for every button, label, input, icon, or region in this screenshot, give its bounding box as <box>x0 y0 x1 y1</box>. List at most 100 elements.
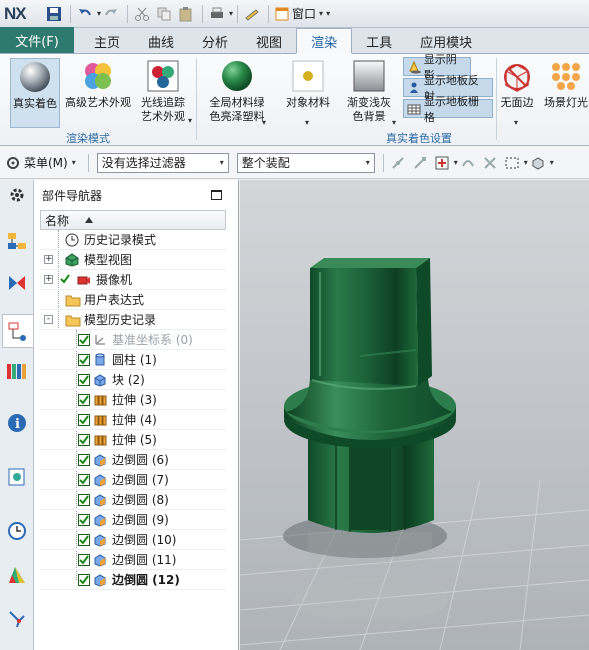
snap-intersection-icon[interactable] <box>480 153 500 173</box>
tree-node[interactable]: 边倒圆 (12) <box>40 570 226 590</box>
visibility-checkbox[interactable] <box>78 553 90 566</box>
history-icon[interactable] <box>6 520 28 542</box>
assembly-navigator-icon[interactable] <box>6 230 28 252</box>
tree-node[interactable]: 边倒圆 (8) <box>40 490 226 510</box>
extrude-icon <box>93 393 109 407</box>
tree-node[interactable]: 边倒圆 (9) <box>40 510 226 530</box>
model-view-icon <box>65 252 81 267</box>
visibility-checkbox[interactable] <box>78 533 90 546</box>
column-header-name[interactable]: 名称 <box>40 210 226 230</box>
maximize-icon[interactable] <box>211 190 222 200</box>
tab-render[interactable]: 渲染 <box>296 28 353 54</box>
system-materials-icon[interactable] <box>6 564 28 586</box>
undo-icon[interactable] <box>75 4 95 24</box>
datum-csys-icon <box>93 333 109 347</box>
paste-icon[interactable] <box>176 4 196 24</box>
menu-button[interactable]: 菜单(M) ▾ <box>6 154 76 171</box>
tab-curve[interactable]: 曲线 <box>134 29 188 53</box>
view-dropdown-icon[interactable]: ▾ <box>550 158 554 167</box>
tree-node[interactable]: 边倒圆 (7) <box>40 470 226 490</box>
tree-node[interactable]: 圆柱 (1) <box>40 350 226 370</box>
visibility-checkbox[interactable] <box>78 513 90 526</box>
global-material-button[interactable]: 全局材料绿 色亮泽塑料 <box>204 58 270 124</box>
visibility-checkbox[interactable] <box>78 413 90 426</box>
constraint-navigator-icon[interactable] <box>6 272 28 294</box>
save-icon[interactable] <box>44 4 64 24</box>
tree-node[interactable]: 拉伸 (4) <box>40 410 226 430</box>
part-navigator-icon[interactable] <box>2 314 33 348</box>
visibility-checkbox[interactable] <box>78 353 90 366</box>
print-dropdown-icon[interactable]: ▾ <box>229 9 233 18</box>
edge-blend-icon <box>93 453 109 467</box>
visibility-checkbox[interactable] <box>78 453 90 466</box>
background-dropdown-icon[interactable]: ▾ <box>392 118 396 127</box>
tree-node[interactable]: 边倒圆 (10) <box>40 530 226 550</box>
point-dialog-icon[interactable] <box>432 153 452 173</box>
tab-file[interactable]: 文件(F) <box>0 27 74 53</box>
visibility-checkbox[interactable] <box>78 473 90 486</box>
expand-icon[interactable]: + <box>44 275 53 284</box>
redo-icon[interactable] <box>101 4 121 24</box>
touch-mode-icon[interactable] <box>242 4 262 24</box>
collapse-icon[interactable]: - <box>44 315 53 324</box>
view-orient-icon[interactable] <box>528 153 548 173</box>
visibility-checkbox[interactable] <box>78 433 90 446</box>
reuse-library-icon[interactable] <box>6 360 28 382</box>
tree-node[interactable]: + 模型视图 <box>40 250 226 270</box>
snap-arc-center-icon[interactable] <box>458 153 478 173</box>
true-shading-button[interactable]: 真实着色 <box>10 58 60 128</box>
tree-node[interactable]: 边倒圆 (11) <box>40 550 226 570</box>
tab-tools[interactable]: 工具 <box>352 29 406 53</box>
scene-lights-button[interactable]: 场景灯光 <box>540 58 589 110</box>
show-floor-grid-toggle[interactable]: 显示地板栅格 <box>403 95 493 124</box>
ray-traced-studio-button[interactable]: 光线追踪 艺术外观 <box>134 58 192 124</box>
snap-endpoint-icon[interactable] <box>410 153 430 173</box>
help-icon[interactable]: i <box>6 412 28 434</box>
object-material-button[interactable]: 对象材料 <box>278 58 338 110</box>
graphics-window[interactable] <box>240 180 589 650</box>
render-mode-group-label: 渲染模式 <box>66 132 110 145</box>
tree-node[interactable]: 用户表达式 <box>40 290 226 310</box>
expand-icon[interactable]: + <box>44 255 53 264</box>
visibility-checkbox[interactable] <box>78 493 90 506</box>
advanced-studio-icon <box>80 58 116 94</box>
tab-application[interactable]: 应用模块 <box>406 29 486 53</box>
tree-node[interactable]: 拉伸 (5) <box>40 430 226 450</box>
tree-node[interactable]: 历史记录模式 <box>40 230 226 250</box>
face-edges-dropdown-icon[interactable]: ▾ <box>514 118 518 127</box>
tree-node[interactable]: 块 (2) <box>40 370 226 390</box>
edge-blend-icon <box>93 533 109 547</box>
tree-node[interactable]: 基准坐标系 (0) <box>40 330 226 350</box>
type-filter-select[interactable]: 没有选择过滤器 ▾ <box>96 152 229 173</box>
render-mode-dropdown-icon[interactable]: ▾ <box>188 116 192 125</box>
visibility-checkbox[interactable] <box>78 393 90 406</box>
tab-home[interactable]: 主页 <box>74 29 134 53</box>
global-material-dropdown-icon[interactable]: ▾ <box>262 118 266 127</box>
tab-view[interactable]: 视图 <box>242 29 296 53</box>
rectangle-select-icon[interactable] <box>502 153 522 173</box>
cut-icon[interactable] <box>132 4 152 24</box>
tree-node[interactable]: 拉伸 (3) <box>40 390 226 410</box>
web-browser-icon[interactable] <box>6 466 28 488</box>
visibility-checkbox[interactable] <box>78 373 90 386</box>
no-face-edges-button[interactable]: 无面边 <box>498 58 536 110</box>
advanced-studio-button[interactable]: 高级艺术外观 <box>62 58 134 110</box>
tree-node[interactable]: - 模型历史记录 <box>40 310 226 330</box>
tree-node[interactable]: + 摄像机 <box>40 270 226 290</box>
window-menu[interactable]: 窗口 ▾ ▾ <box>275 5 330 22</box>
copy-icon[interactable] <box>154 4 174 24</box>
print-icon[interactable] <box>207 4 227 24</box>
customize-quick-access-icon[interactable]: ▾ <box>326 9 330 18</box>
gradient-background-button[interactable]: 渐变浅灰 色背景 <box>340 58 398 124</box>
ribbon-tab-bar: 文件(F) 主页 曲线 分析 视图 渲染 工具 应用模块 <box>0 27 589 54</box>
gear-icon[interactable] <box>6 184 28 206</box>
tree-node[interactable]: 边倒圆 (6) <box>40 450 226 470</box>
tab-analysis[interactable]: 分析 <box>188 29 242 53</box>
process-studio-icon[interactable] <box>6 608 28 630</box>
object-material-dropdown-icon[interactable]: ▾ <box>305 118 309 127</box>
tree-node-label: 边倒圆 (10) <box>112 533 177 547</box>
selection-scope-select[interactable]: 整个装配 ▾ <box>236 152 375 173</box>
visibility-checkbox[interactable] <box>78 573 90 586</box>
visibility-checkbox[interactable] <box>78 333 90 346</box>
snap-point-icon[interactable] <box>388 153 408 173</box>
